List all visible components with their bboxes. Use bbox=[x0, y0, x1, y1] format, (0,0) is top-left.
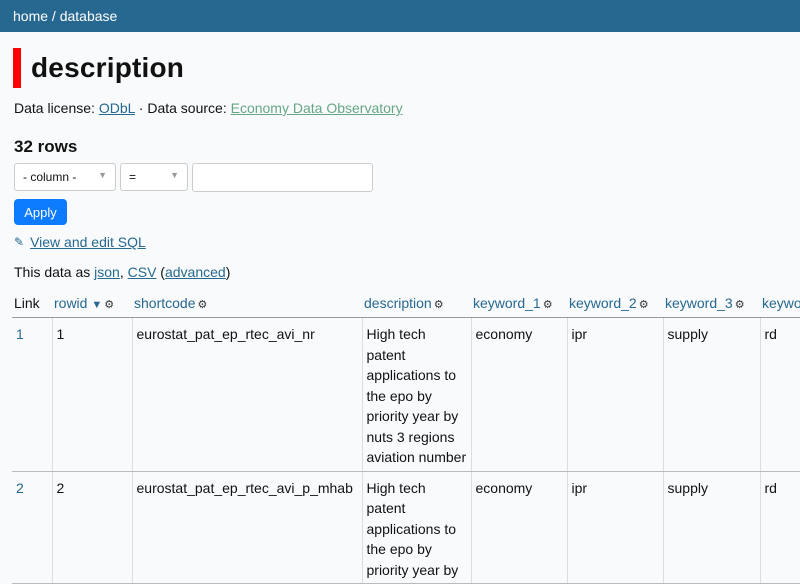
column-header-keyword-3-label[interactable]: keyword_3 bbox=[665, 295, 733, 311]
column-header-shortcode[interactable]: shortcode ⚙ bbox=[132, 292, 362, 318]
column-header-link: Link bbox=[12, 292, 52, 318]
export-close-paren: ) bbox=[225, 264, 231, 280]
cell-shortcode: eurostat_pat_ep_rtec_avi_nr bbox=[132, 317, 363, 472]
cell-shortcode: eurostat_pat_ep_rtec_avi_p_mhab bbox=[132, 471, 363, 584]
table-row: 2 2 eurostat_pat_ep_rtec_avi_p_mhab High… bbox=[12, 471, 800, 584]
column-header-keyword-2-label[interactable]: keyword_2 bbox=[569, 295, 637, 311]
meta-separator: · bbox=[134, 100, 148, 116]
filter-value-input[interactable] bbox=[192, 163, 373, 192]
table-header-row: Link rowid ▼ ⚙ shortcode ⚙ description ⚙ ke… bbox=[12, 292, 800, 318]
sort-desc-icon: ▼ bbox=[91, 299, 103, 311]
gear-icon[interactable]: ⚙ bbox=[543, 299, 553, 311]
table-row: 1 1 eurostat_pat_ep_rtec_avi_nr High tec… bbox=[12, 317, 800, 472]
chevron-down-icon: ▼ bbox=[170, 170, 179, 180]
page-title: description bbox=[31, 52, 185, 83]
gear-icon[interactable]: ⚙ bbox=[639, 299, 649, 311]
license-label: Data license: bbox=[14, 100, 95, 116]
cell-keyword-1: economy bbox=[471, 317, 568, 472]
column-header-shortcode-label[interactable]: shortcode bbox=[134, 295, 195, 311]
cell-keyword-3: supply bbox=[663, 471, 761, 584]
export-prefix: This data as bbox=[14, 264, 95, 280]
breadcrumb-separator: / bbox=[48, 8, 60, 24]
export-open-paren: ( bbox=[156, 264, 165, 280]
column-select-value: - column - bbox=[23, 170, 77, 184]
column-header-keyword-3[interactable]: keyword_3 ⚙ bbox=[663, 292, 760, 318]
source-link[interactable]: Economy Data Observatory bbox=[231, 100, 403, 116]
column-header-keyword-1[interactable]: keyword_1 ⚙ bbox=[471, 292, 567, 318]
apply-button[interactable]: Apply bbox=[14, 199, 67, 225]
column-header-keyword-2[interactable]: keyword_2 ⚙ bbox=[567, 292, 663, 318]
chevron-down-icon: ▼ bbox=[98, 170, 107, 180]
data-table: Link rowid ▼ ⚙ shortcode ⚙ description ⚙ ke… bbox=[12, 292, 800, 584]
column-header-rowid[interactable]: rowid ▼ ⚙ bbox=[52, 292, 132, 318]
export-json-link[interactable]: json bbox=[94, 264, 120, 280]
column-header-keyword-4[interactable]: keywo bbox=[760, 292, 800, 318]
cell-keyword-3: supply bbox=[663, 317, 761, 472]
pencil-icon: ✎ bbox=[14, 235, 25, 249]
column-header-keyword-4-label[interactable]: keywo bbox=[762, 295, 800, 311]
column-header-keyword-1-label[interactable]: keyword_1 bbox=[473, 295, 541, 311]
cell-rowid: 2 bbox=[52, 471, 133, 584]
gear-icon[interactable]: ⚙ bbox=[104, 299, 114, 311]
top-nav-bar: home / database bbox=[0, 0, 800, 32]
column-header-rowid-label[interactable]: rowid bbox=[54, 295, 87, 311]
export-separator: , bbox=[119, 264, 128, 280]
cell-keyword-4: rd bbox=[760, 471, 800, 584]
operator-select-value: = bbox=[129, 170, 137, 184]
data-meta: Data license: ODbL · Data source: Econom… bbox=[14, 100, 403, 116]
gear-icon[interactable]: ⚙ bbox=[197, 299, 207, 311]
cell-description: High tech patent applications to the epo… bbox=[362, 317, 472, 472]
cell-keyword-2: ipr bbox=[567, 471, 664, 584]
cell-link: 2 bbox=[12, 471, 53, 584]
cell-keyword-1: economy bbox=[471, 471, 568, 584]
export-advanced-link[interactable]: advanced bbox=[165, 264, 226, 280]
cell-description: High tech patent applications to the epo… bbox=[362, 471, 472, 584]
row-link[interactable]: 1 bbox=[16, 326, 24, 342]
cell-keyword-2: ipr bbox=[567, 317, 664, 472]
row-link[interactable]: 2 bbox=[16, 480, 24, 496]
column-header-description-label[interactable]: description bbox=[364, 295, 432, 311]
license-link[interactable]: ODbL bbox=[99, 100, 135, 116]
breadcrumb-home[interactable]: home bbox=[13, 8, 48, 24]
title-accent-bar bbox=[13, 48, 21, 88]
view-edit-sql-link[interactable]: View and edit SQL bbox=[30, 234, 146, 250]
view-sql-row: ✎ View and edit SQL bbox=[14, 234, 146, 250]
export-links: This data as json, CSV (advanced) bbox=[14, 264, 230, 280]
row-count: 32 rows bbox=[14, 137, 78, 156]
cell-rowid: 1 bbox=[52, 317, 133, 472]
column-header-description[interactable]: description ⚙ bbox=[362, 292, 471, 318]
export-csv-link[interactable]: CSV bbox=[128, 264, 157, 280]
operator-select[interactable]: = ▼ bbox=[120, 163, 188, 191]
gear-icon[interactable]: ⚙ bbox=[735, 299, 745, 311]
gear-icon[interactable]: ⚙ bbox=[434, 299, 444, 311]
filter-row: - column - ▼ = ▼ bbox=[14, 163, 373, 192]
cell-link: 1 bbox=[12, 317, 53, 472]
cell-keyword-4: rd bbox=[760, 317, 800, 472]
source-label: Data source: bbox=[147, 100, 227, 116]
column-select[interactable]: - column - ▼ bbox=[14, 163, 116, 191]
page-title-block: description bbox=[13, 48, 184, 88]
breadcrumb-database[interactable]: database bbox=[60, 8, 118, 24]
